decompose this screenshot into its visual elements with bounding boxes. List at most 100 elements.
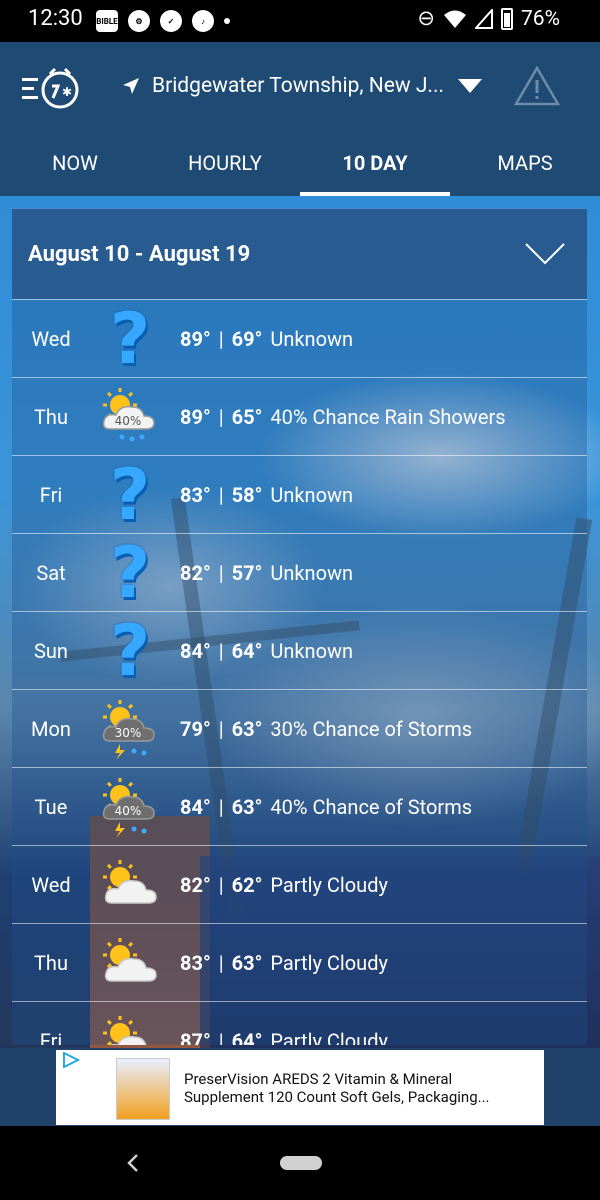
day-label: Fri <box>39 482 63 507</box>
high-temp: 82° <box>180 872 211 897</box>
condition-text: Unknown <box>270 482 354 507</box>
day-label: Sat <box>36 560 66 585</box>
condition-text: Partly Cloudy <box>270 950 388 975</box>
alert-icon[interactable] <box>514 66 560 106</box>
forecast-row[interactable]: Fri 87° | 64° Partly Cloudy <box>12 1001 587 1045</box>
question-mark-icon: ? <box>109 453 151 536</box>
low-temp: 58° <box>231 482 263 507</box>
home-pill[interactable] <box>280 1156 322 1170</box>
temperature-range: 89° | 65° <box>180 405 262 429</box>
thunderstorm-icon: 30% <box>90 694 170 764</box>
dropdown-caret-icon <box>458 79 483 93</box>
ad-line-2: Supplement 120 Count Soft Gels, Packagin… <box>184 1088 490 1106</box>
thunderstorm-icon: 40% <box>90 772 170 842</box>
tab-now[interactable]: NOW <box>0 138 150 196</box>
day-label: Thu <box>34 950 68 975</box>
tab-maps[interactable]: MAPS <box>450 138 600 196</box>
high-temp: 83° <box>180 950 211 975</box>
temperature-range: 82° | 62° <box>180 873 262 897</box>
question-mark-icon: ? <box>109 531 151 614</box>
wifi-icon <box>444 10 466 28</box>
low-temp: 69° <box>231 326 263 351</box>
day-label: Wed <box>31 872 71 897</box>
forecast-card: August 10 - August 19 Wed? 89° | 69° Unknown… <box>12 208 587 1045</box>
low-temp: 63° <box>231 716 263 741</box>
low-temp: 57° <box>231 560 263 585</box>
ad-line-1: PreserVision AREDS 2 Vitamin & Mineral <box>184 1070 453 1088</box>
navigation-bar <box>0 1126 600 1200</box>
forecast-row[interactable]: Thu 40% 89° | 65° 40% Chance Rain Showers <box>12 377 587 455</box>
tab-hourly[interactable]: HOURLY <box>150 138 300 196</box>
forecast-row[interactable]: Tue 40% 84° | 63° 40% Chance of Storms <box>12 767 587 845</box>
settings-icon: ⚙ <box>128 10 150 32</box>
day-label: Thu <box>34 404 68 429</box>
condition-text: Partly Cloudy <box>270 1028 388 1046</box>
precip-percent: 40% <box>115 414 142 428</box>
temperature-range: 79° | 63° <box>180 717 262 741</box>
temp-separator: | <box>218 1028 224 1046</box>
adchoices-icon[interactable] <box>62 1052 80 1068</box>
forecast-row[interactable]: Fri? 83° | 58° Unknown <box>12 455 587 533</box>
condition-text: Unknown <box>270 326 354 351</box>
temp-separator: | <box>218 716 224 741</box>
high-temp: 84° <box>180 638 211 663</box>
forecast-list: Wed? 89° | 69° Unknown Thu 40% 89° | 65° 40% Chanc… <box>12 299 587 1045</box>
notification-icons: BIBLE ⚙ ✓ ♪ <box>96 10 230 32</box>
location-name: Bridgewater Township, New J... <box>152 74 445 98</box>
condition-text: 30% Chance of Storms <box>270 716 473 741</box>
temp-separator: | <box>218 638 224 663</box>
low-temp: 64° <box>231 638 263 663</box>
menu-logo-icon[interactable]: ✱ <box>22 66 82 110</box>
low-temp: 64° <box>231 1028 263 1046</box>
temperature-range: 82° | 57° <box>180 561 262 585</box>
holy-bible-icon: BIBLE <box>96 10 118 32</box>
rain-showers-icon: 40% <box>90 382 170 452</box>
low-temp: 65° <box>231 404 263 429</box>
location-selector[interactable]: Bridgewater Township, New J... <box>122 74 483 98</box>
high-temp: 89° <box>180 404 211 429</box>
forecast-row[interactable]: Sun? 84° | 64° Unknown <box>12 611 587 689</box>
day-label: Mon <box>31 716 71 741</box>
temperature-range: 83° | 63° <box>180 951 262 975</box>
product-image <box>116 1058 170 1120</box>
temperature-range: 89° | 69° <box>180 327 262 351</box>
forecast-row[interactable]: Sat? 82° | 57° Unknown <box>12 533 587 611</box>
ad-banner[interactable]: PreserVision AREDS 2 Vitamin & Mineral S… <box>56 1050 544 1125</box>
chevron-down-icon[interactable] <box>525 243 565 265</box>
condition-text: 40% Chance of Storms <box>270 794 473 819</box>
condition-text: Partly Cloudy <box>270 872 388 897</box>
battery-icon <box>501 7 513 30</box>
low-temp: 63° <box>231 950 263 975</box>
temp-separator: | <box>218 482 224 507</box>
forecast-row[interactable]: Wed? 89° | 69° Unknown <box>12 299 587 377</box>
battery-percent: 76% <box>521 6 560 31</box>
signal-icon <box>475 8 493 29</box>
forecast-row[interactable]: Thu 83° | 63° Partly Cloudy <box>12 923 587 1001</box>
temperature-range: 83° | 58° <box>180 483 262 507</box>
temperature-range: 84° | 63° <box>180 795 262 819</box>
date-range: August 10 - August 19 <box>28 241 251 267</box>
check-icon: ✓ <box>160 10 182 32</box>
forecast-row[interactable]: Wed 82° | 62° Partly Cloudy <box>12 845 587 923</box>
condition-text: Unknown <box>270 560 354 585</box>
tab-10-day[interactable]: 10 DAY <box>300 138 450 196</box>
high-temp: 84° <box>180 794 211 819</box>
forecast-row[interactable]: Mon 30% 79° | 63° 30% Chance of Storms <box>12 689 587 767</box>
location-arrow-icon <box>123 78 139 94</box>
temp-separator: | <box>218 872 224 897</box>
partly-cloudy-icon <box>90 1006 170 1045</box>
tab-bar: NOW HOURLY 10 DAY MAPS <box>0 138 600 196</box>
temp-separator: | <box>218 794 224 819</box>
temp-separator: | <box>218 950 224 975</box>
more-notifications-icon <box>224 18 230 24</box>
low-temp: 62° <box>231 872 263 897</box>
temperature-range: 84° | 64° <box>180 639 262 663</box>
dnd-icon: ⊖ <box>417 7 435 31</box>
condition-text: 40% Chance Rain Showers <box>270 404 506 429</box>
precip-percent: 40% <box>115 804 142 818</box>
back-icon[interactable] <box>124 1152 142 1174</box>
partly-cloudy-icon <box>90 928 170 998</box>
high-temp: 89° <box>180 326 211 351</box>
date-range-header[interactable]: August 10 - August 19 <box>12 209 587 299</box>
question-mark-icon: ? <box>109 297 151 380</box>
